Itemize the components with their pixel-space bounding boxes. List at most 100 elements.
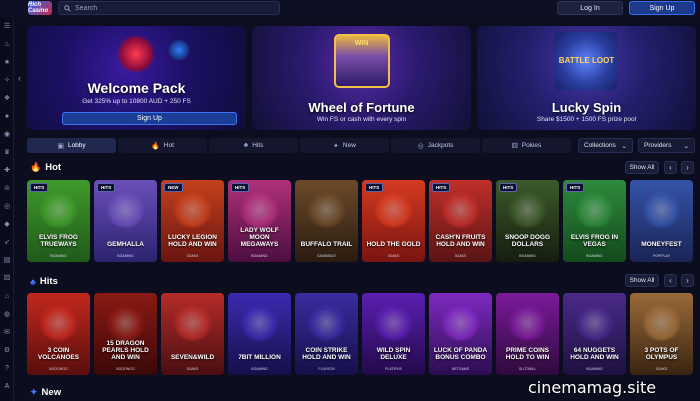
game-title: BUFFALO TRAIL: [300, 241, 353, 248]
game-artwork: [173, 305, 212, 341]
banner-lucky-spin[interactable]: BATTLE LOOT Lucky Spin Share $1500 + 150…: [477, 26, 696, 130]
game-artwork: [240, 192, 279, 228]
diamond-icon[interactable]: ◆: [3, 221, 11, 229]
game-title: 7BIT MILLION: [238, 354, 281, 361]
star-icon[interactable]: ★: [3, 59, 11, 67]
hot-show-all-button[interactable]: Show All: [625, 161, 659, 174]
tab-new[interactable]: ✦ New: [300, 138, 389, 153]
game-artwork: [441, 305, 480, 341]
game-artwork: [575, 192, 614, 228]
providers-dropdown[interactable]: Providers ⌄: [638, 138, 695, 153]
hits-prev-button[interactable]: ‹: [664, 274, 677, 287]
game-title: 3 POTS OF OLYMPUS: [644, 347, 679, 361]
game-artwork: [240, 305, 279, 341]
tab-hits[interactable]: ♣ Hits: [209, 138, 298, 153]
game-artwork: [374, 305, 413, 341]
hot-prev-button[interactable]: ‹: [664, 161, 677, 174]
help-icon[interactable]: ?: [3, 365, 11, 373]
game-card[interactable]: BUFFALO TRAIL GAMEBEAT: [295, 180, 358, 262]
live-icon[interactable]: ◉: [3, 131, 11, 139]
game-card[interactable]: HITS ELVIS FROG TRUEWAYS BGAMING: [27, 180, 90, 262]
banner-welcome-pack[interactable]: Welcome Pack Get 325% up to 10800 AUD + …: [27, 26, 246, 130]
search-box[interactable]: [58, 1, 280, 15]
globe-icon[interactable]: ◍: [3, 311, 11, 319]
banner-subtitle: Share $1500 + 1500 FS prize pool: [536, 116, 637, 123]
tab-pokies[interactable]: ⚅ Pokies: [482, 138, 571, 153]
game-badge: HITS: [97, 183, 116, 192]
game-artwork: [508, 305, 547, 341]
banner-wheel-of-fortune[interactable]: WIN Wheel of Fortune Win FS or cash with…: [252, 26, 471, 130]
hits-show-all-button[interactable]: Show All: [625, 274, 659, 287]
game-provider: 3OAKS: [387, 254, 400, 258]
game-card[interactable]: MONEYFEST POPIPLAY: [630, 180, 693, 262]
tab-jackpots[interactable]: ◎ Jackpots: [391, 138, 480, 153]
game-title: ELVIS FROG IN VEGAS: [570, 234, 619, 248]
rocket-icon[interactable]: ➶: [3, 239, 11, 247]
game-card[interactable]: HITS HOLD THE GOLD 3OAKS: [362, 180, 425, 262]
menu-icon[interactable]: ☰: [3, 23, 11, 31]
collections-dropdown[interactable]: Collections ⌄: [578, 138, 633, 153]
game-card[interactable]: LUCK OF PANDA BONUS COMBO NETGAME: [429, 293, 492, 375]
search-input[interactable]: [75, 4, 265, 12]
dice-icon[interactable]: ⚄: [3, 275, 11, 283]
game-card[interactable]: 3 COIN VOLCANOES BOOONGO: [27, 293, 90, 375]
game-card[interactable]: 64 NUGGETS HOLD AND WIN BGAMING: [563, 293, 626, 375]
banner-prev-arrow[interactable]: ‹: [18, 73, 21, 83]
game-artwork: [441, 192, 480, 228]
casino-logo[interactable]: Rich Casino: [28, 1, 52, 15]
crown-icon[interactable]: ♔: [3, 185, 11, 193]
hits-next-button[interactable]: ›: [681, 274, 694, 287]
game-card[interactable]: 3 POTS OF OLYMPUS 3OAKS: [630, 293, 693, 375]
game-card[interactable]: SEVEN&WILD 3OAKS: [161, 293, 224, 375]
trophy-icon[interactable]: ♛: [3, 149, 11, 157]
game-title: ELVIS FROG TRUEWAYS: [39, 234, 78, 248]
flame-icon[interactable]: ♨: [3, 41, 11, 49]
chat-icon[interactable]: ✉: [3, 329, 11, 337]
category-tabs: ▣ Lobby 🔥 Hot ♣ Hits ✦ New ◎ Jackpots ⚅ Pokies: [27, 138, 571, 153]
banner-signup-button[interactable]: Sign Up: [62, 112, 237, 125]
game-title: MONEYFEST: [641, 241, 682, 248]
game-card[interactable]: 15 DRAGON PEARLS HOLD AND WIN BOOONGO: [94, 293, 157, 375]
game-provider: BGAMING: [251, 367, 268, 371]
game-artwork: [374, 192, 413, 228]
game-card[interactable]: PRIME COINS HOLD TO WIN SLOTMILL: [496, 293, 559, 375]
game-title: GEMHALLA: [107, 241, 144, 248]
game-title: LADY WOLF MOON MEGAWAYS: [240, 227, 279, 248]
lang-icon[interactable]: A: [3, 383, 11, 391]
game-provider: PLATIPUS: [385, 367, 402, 371]
chart-icon[interactable]: ▤: [3, 257, 11, 265]
game-artwork: [39, 192, 78, 228]
game-title: PRIME COINS HOLD TO WIN: [505, 347, 550, 361]
game-card[interactable]: HITS CASH'N FRUITS HOLD AND WIN 3OAKS: [429, 180, 492, 262]
game-card[interactable]: WILD SPIN DELUXE PLATIPUS: [362, 293, 425, 375]
game-card[interactable]: 7BIT MILLION BGAMING: [228, 293, 291, 375]
sparkle-icon[interactable]: ✧: [3, 77, 11, 85]
slot-icon[interactable]: ❖: [3, 95, 11, 103]
game-artwork: [39, 305, 78, 341]
gift-icon[interactable]: ✚: [3, 167, 11, 175]
flame-icon: 🔥: [30, 162, 42, 172]
section-hot-header: 🔥 Hot: [30, 162, 61, 173]
tab-label: Jackpots: [427, 142, 454, 149]
game-provider: NETGAME: [451, 367, 470, 371]
hot-next-button[interactable]: ›: [681, 161, 694, 174]
login-button[interactable]: Log In: [557, 1, 623, 15]
banner-subtitle: Win FS or cash with every spin: [316, 116, 407, 123]
chip-icon[interactable]: ◎: [3, 203, 11, 211]
game-card[interactable]: HITS SNOOP DOGG DOLLARS BGAMING: [496, 180, 559, 262]
game-badge: NEW: [164, 183, 183, 192]
tag-icon[interactable]: ⌂: [3, 293, 11, 301]
game-artwork: [642, 305, 681, 341]
signup-button[interactable]: Sign Up: [629, 1, 695, 15]
gear-icon[interactable]: ⚙: [3, 347, 11, 355]
game-card[interactable]: HITS ELVIS FROG IN VEGAS BGAMING: [563, 180, 626, 262]
tab-hot[interactable]: 🔥 Hot: [118, 138, 207, 153]
game-card[interactable]: NEW LUCKY LEGION HOLD AND WIN 3OAKS: [161, 180, 224, 262]
game-card[interactable]: COIN STRIKE HOLD AND WIN PLAYSON: [295, 293, 358, 375]
tab-label: Hot: [163, 142, 174, 149]
game-artwork: [307, 305, 346, 341]
tab-lobby[interactable]: ▣ Lobby: [27, 138, 116, 153]
game-card[interactable]: HITS GEMHALLA BGAMING: [94, 180, 157, 262]
cards-icon[interactable]: ♠: [3, 113, 11, 121]
game-card[interactable]: HITS LADY WOLF MOON MEGAWAYS BGAMING: [228, 180, 291, 262]
